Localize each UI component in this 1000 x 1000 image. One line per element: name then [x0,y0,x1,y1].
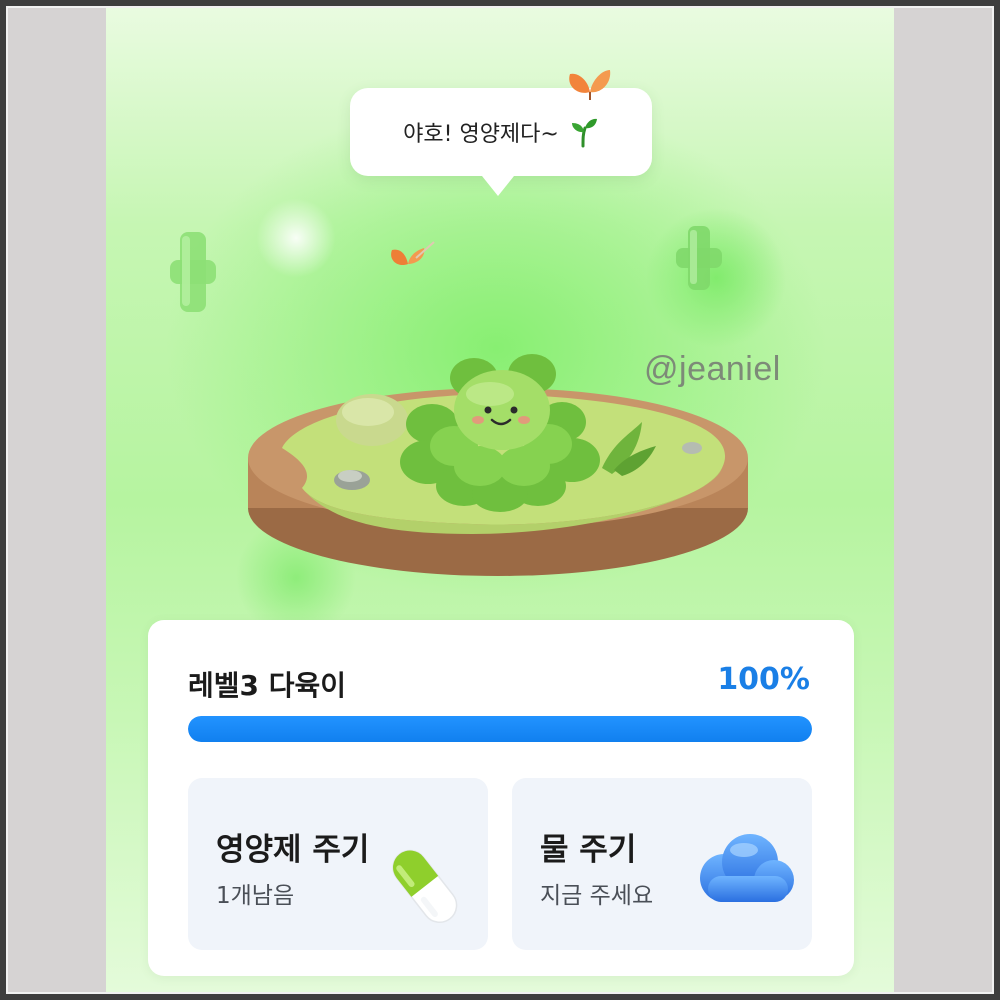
cloud-icon [700,834,794,902]
app-screen: 야호! 영양제다~ @jeaniel 레벨3 다육이 100% 영양제 주기 1… [106,8,894,994]
level-title: 레벨3 다육이 [188,669,347,702]
sprout-icon [571,118,597,148]
supplement-remaining-text: 1개남음 [216,883,295,909]
butterfly-icon [569,70,611,100]
progress-bar-fill [188,716,812,742]
status-card: 레벨3 다육이 100% 영양제 주기 1개남음 물 주기 지금 주세요 [148,620,854,976]
light-glow [256,198,336,278]
give-supplement-label: 영양제 주기 [216,832,370,868]
butterfly-icon [391,241,435,266]
pill-icon [392,849,458,924]
watermark-text: @jeaniel [644,350,781,388]
water-status-text: 지금 주세요 [540,883,654,909]
sparkle-icon [676,226,722,290]
sparkle-icon [170,232,216,312]
speech-bubble-text: 야호! 영양제다~ [403,122,559,147]
give-water-button[interactable]: 물 주기 지금 주세요 [512,778,812,950]
give-water-label: 물 주기 [540,832,637,868]
progress-percent: 100% [717,662,810,697]
progress-bar [188,716,812,742]
give-supplement-button[interactable]: 영양제 주기 1개남음 [188,778,488,950]
